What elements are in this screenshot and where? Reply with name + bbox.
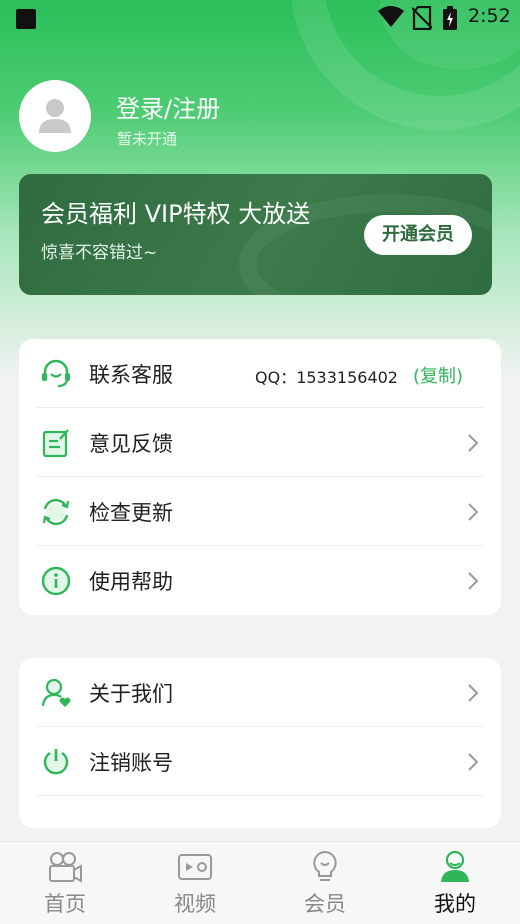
nav-label: 视频 bbox=[174, 892, 216, 916]
clock: 2:52 bbox=[468, 5, 511, 27]
no-sim-icon bbox=[412, 6, 432, 30]
menu-item-help[interactable]: 使用帮助 bbox=[37, 546, 483, 615]
chevron-right-icon bbox=[468, 434, 479, 452]
nav-tab-video[interactable]: 视频 bbox=[130, 842, 260, 924]
bottom-navigation: 首页 视频 会员 我的 bbox=[0, 841, 520, 924]
menu-item-about[interactable]: 关于我们 bbox=[37, 658, 483, 727]
lightbulb-icon bbox=[313, 850, 337, 881]
wifi-icon bbox=[378, 6, 404, 27]
open-membership-button[interactable]: 开通会员 bbox=[364, 215, 472, 255]
qq-number: QQ：1533156402 bbox=[255, 368, 398, 387]
video-camera-icon bbox=[49, 852, 82, 883]
chevron-right-icon bbox=[468, 572, 479, 590]
avatar[interactable] bbox=[19, 80, 91, 152]
copy-qq-button[interactable]: (复制) bbox=[413, 362, 463, 388]
user-icon bbox=[441, 850, 469, 882]
chevron-right-icon bbox=[468, 684, 479, 702]
chevron-right-icon bbox=[468, 503, 479, 521]
power-icon bbox=[43, 749, 69, 775]
menu-card-primary: 联系客服 QQ：1533156402 (复制) 意见反馈 检查更新 使用帮助 bbox=[19, 339, 501, 615]
menu-label: 注销账号 bbox=[89, 751, 173, 775]
refresh-icon bbox=[42, 498, 70, 526]
chevron-right-icon bbox=[468, 753, 479, 771]
menu-label: 联系客服 bbox=[89, 363, 173, 387]
menu-item-check-update[interactable]: 检查更新 bbox=[37, 477, 483, 546]
login-register-link[interactable]: 登录/注册 bbox=[116, 89, 220, 124]
vip-banner-subtitle: 惊喜不容错过~ bbox=[41, 243, 158, 263]
membership-status: 暂未开通 bbox=[117, 130, 178, 148]
headset-icon bbox=[42, 359, 70, 388]
status-bar: 2:52 bbox=[0, 0, 520, 36]
nav-tab-mine[interactable]: 我的 bbox=[390, 842, 520, 924]
menu-card-secondary: 关于我们 注销账号 bbox=[19, 658, 501, 828]
nav-label: 我的 bbox=[434, 892, 476, 916]
menu-item-deactivate-account[interactable]: 注销账号 bbox=[37, 727, 483, 796]
user-avatar-icon bbox=[39, 99, 71, 133]
user-heart-icon bbox=[41, 678, 71, 707]
nav-label: 会员 bbox=[304, 892, 346, 916]
video-player-icon bbox=[178, 854, 212, 880]
menu-label: 意见反馈 bbox=[89, 432, 173, 456]
menu-label: 检查更新 bbox=[89, 501, 173, 525]
menu-item-feedback[interactable]: 意见反馈 bbox=[37, 408, 483, 477]
menu-label: 关于我们 bbox=[89, 682, 173, 706]
nav-label: 首页 bbox=[44, 892, 86, 916]
menu-label: 使用帮助 bbox=[89, 570, 173, 594]
nav-tab-vip[interactable]: 会员 bbox=[260, 842, 390, 924]
edit-note-icon bbox=[42, 429, 69, 458]
battery-charging-icon bbox=[443, 6, 457, 30]
vip-banner[interactable]: 会员福利 VIP特权 大放送 惊喜不容错过~ 开通会员 bbox=[19, 174, 492, 295]
menu-item-customer-service[interactable]: 联系客服 QQ：1533156402 (复制) bbox=[37, 339, 483, 408]
notification-icon bbox=[16, 9, 36, 29]
info-icon bbox=[41, 566, 71, 596]
vip-banner-title: 会员福利 VIP特权 大放送 bbox=[41, 200, 311, 228]
nav-tab-home[interactable]: 首页 bbox=[0, 842, 130, 924]
